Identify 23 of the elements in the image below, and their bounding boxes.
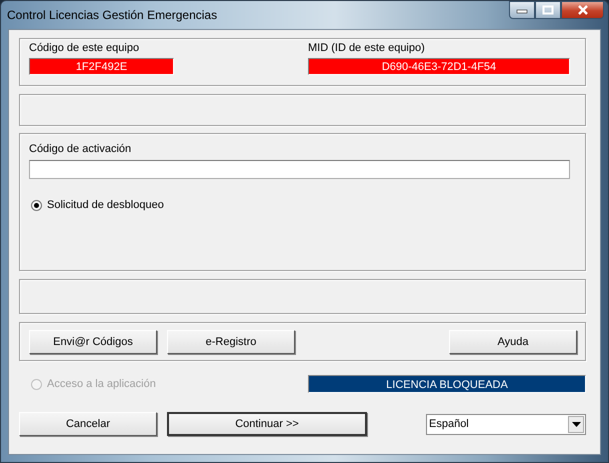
maximize-button[interactable]	[535, 1, 561, 19]
field-label: Código de activación	[29, 142, 132, 156]
action-button[interactable]: e-Registro	[167, 330, 295, 354]
code-field: 1F2F492E	[29, 58, 174, 75]
cancel-button[interactable]: Cancelar	[19, 412, 157, 436]
action-button[interactable]: Envi@r Códigos	[29, 330, 157, 354]
input-field[interactable]	[29, 160, 570, 179]
radio-label: Solicitud de desbloqueo	[47, 199, 164, 211]
radio-label: Acceso a la aplicación	[47, 378, 156, 390]
close-icon	[576, 5, 588, 15]
radio-button[interactable]	[31, 200, 42, 210]
minimize-button[interactable]	[509, 1, 535, 19]
action-button[interactable]: Ayuda	[449, 330, 577, 354]
field-label: Código de este equipo	[29, 41, 140, 55]
continue-button[interactable]: Continuar >>	[167, 412, 367, 436]
caret-icon	[572, 422, 580, 426]
maximize-icon	[542, 5, 554, 15]
window-title: Control Licencias Gestión Emergencias	[7, 8, 218, 22]
close-button[interactable]	[561, 1, 604, 19]
field-label: MID (ID de este equipo)	[308, 41, 426, 55]
license-status-bar: LICENCIA BLOQUEADA	[308, 375, 586, 393]
code-field: D690-46E3-72D1-4F54	[308, 58, 570, 75]
language-dropdown[interactable]: Español	[426, 414, 586, 434]
